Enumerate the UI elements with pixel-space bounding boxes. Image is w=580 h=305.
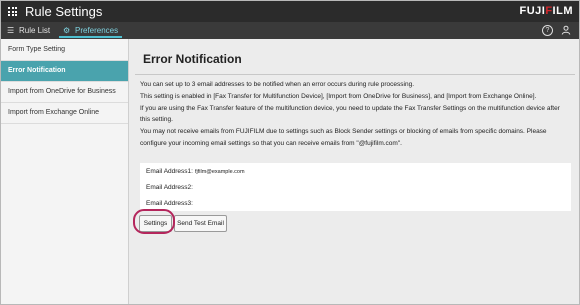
email-address-1-row: Email Address1: fjfilm@example.com — [146, 168, 245, 175]
tab-bar: ☰ Rule List ⚙ Preferences ? — [1, 22, 579, 39]
title-bar: Rule Settings FUJIFILM — [1, 1, 579, 22]
email-address-3-row: Email Address3: — [146, 200, 195, 207]
description-line: If you are using the Fax Transfer featur… — [140, 104, 560, 124]
divider — [135, 74, 575, 75]
page-title: Error Notification — [143, 52, 242, 66]
tab-rule-list[interactable]: ☰ Rule List — [7, 22, 50, 39]
email-address-2-row: Email Address2: — [146, 184, 195, 191]
app-window: Rule Settings FUJIFILM ☰ Rule List ⚙ Prefe… — [0, 0, 580, 305]
sidebar-item-import-onedrive[interactable]: Import from OneDrive for Business — [1, 82, 128, 103]
send-test-email-button[interactable]: Send Test Email — [174, 215, 227, 232]
settings-button[interactable]: Settings — [139, 215, 172, 232]
description-line: This setting is enabled in [Fax Transfer… — [140, 92, 537, 100]
email-address-panel: Email Address1: fjfilm@example.com Email … — [140, 163, 571, 211]
email-address-2-label: Email Address2: — [146, 184, 193, 191]
user-icon[interactable] — [561, 25, 571, 35]
list-icon: ☰ — [7, 26, 15, 35]
tab-preferences[interactable]: ⚙ Preferences — [59, 22, 123, 39]
email-address-1-value: fjfilm@example.com — [194, 169, 245, 175]
app-title: Rule Settings — [25, 4, 103, 19]
sidebar-item-import-exchange[interactable]: Import from Exchange Online — [1, 103, 128, 124]
fujifilm-logo: FUJIFILM — [519, 5, 573, 17]
help-icon[interactable]: ? — [542, 25, 553, 36]
email-address-1-label: Email Address1: — [146, 168, 193, 175]
sidebar-item-form-type-setting[interactable]: Form Type Setting — [1, 40, 128, 61]
gear-icon: ⚙ — [63, 26, 71, 35]
description-line: You can set up to 3 email addresses to b… — [140, 81, 415, 88]
email-address-3-label: Email Address3: — [146, 200, 193, 207]
main-content: Error Notification You can set up to 3 e… — [129, 39, 579, 304]
description: You can set up to 3 email addresses to b… — [140, 79, 570, 150]
sidebar: Form Type Setting Error Notification Imp… — [1, 39, 129, 304]
description-line: You may not receive emails from FUJIFILM… — [140, 128, 547, 147]
app-grid-icon[interactable] — [8, 7, 17, 16]
sidebar-item-error-notification[interactable]: Error Notification — [1, 61, 128, 82]
